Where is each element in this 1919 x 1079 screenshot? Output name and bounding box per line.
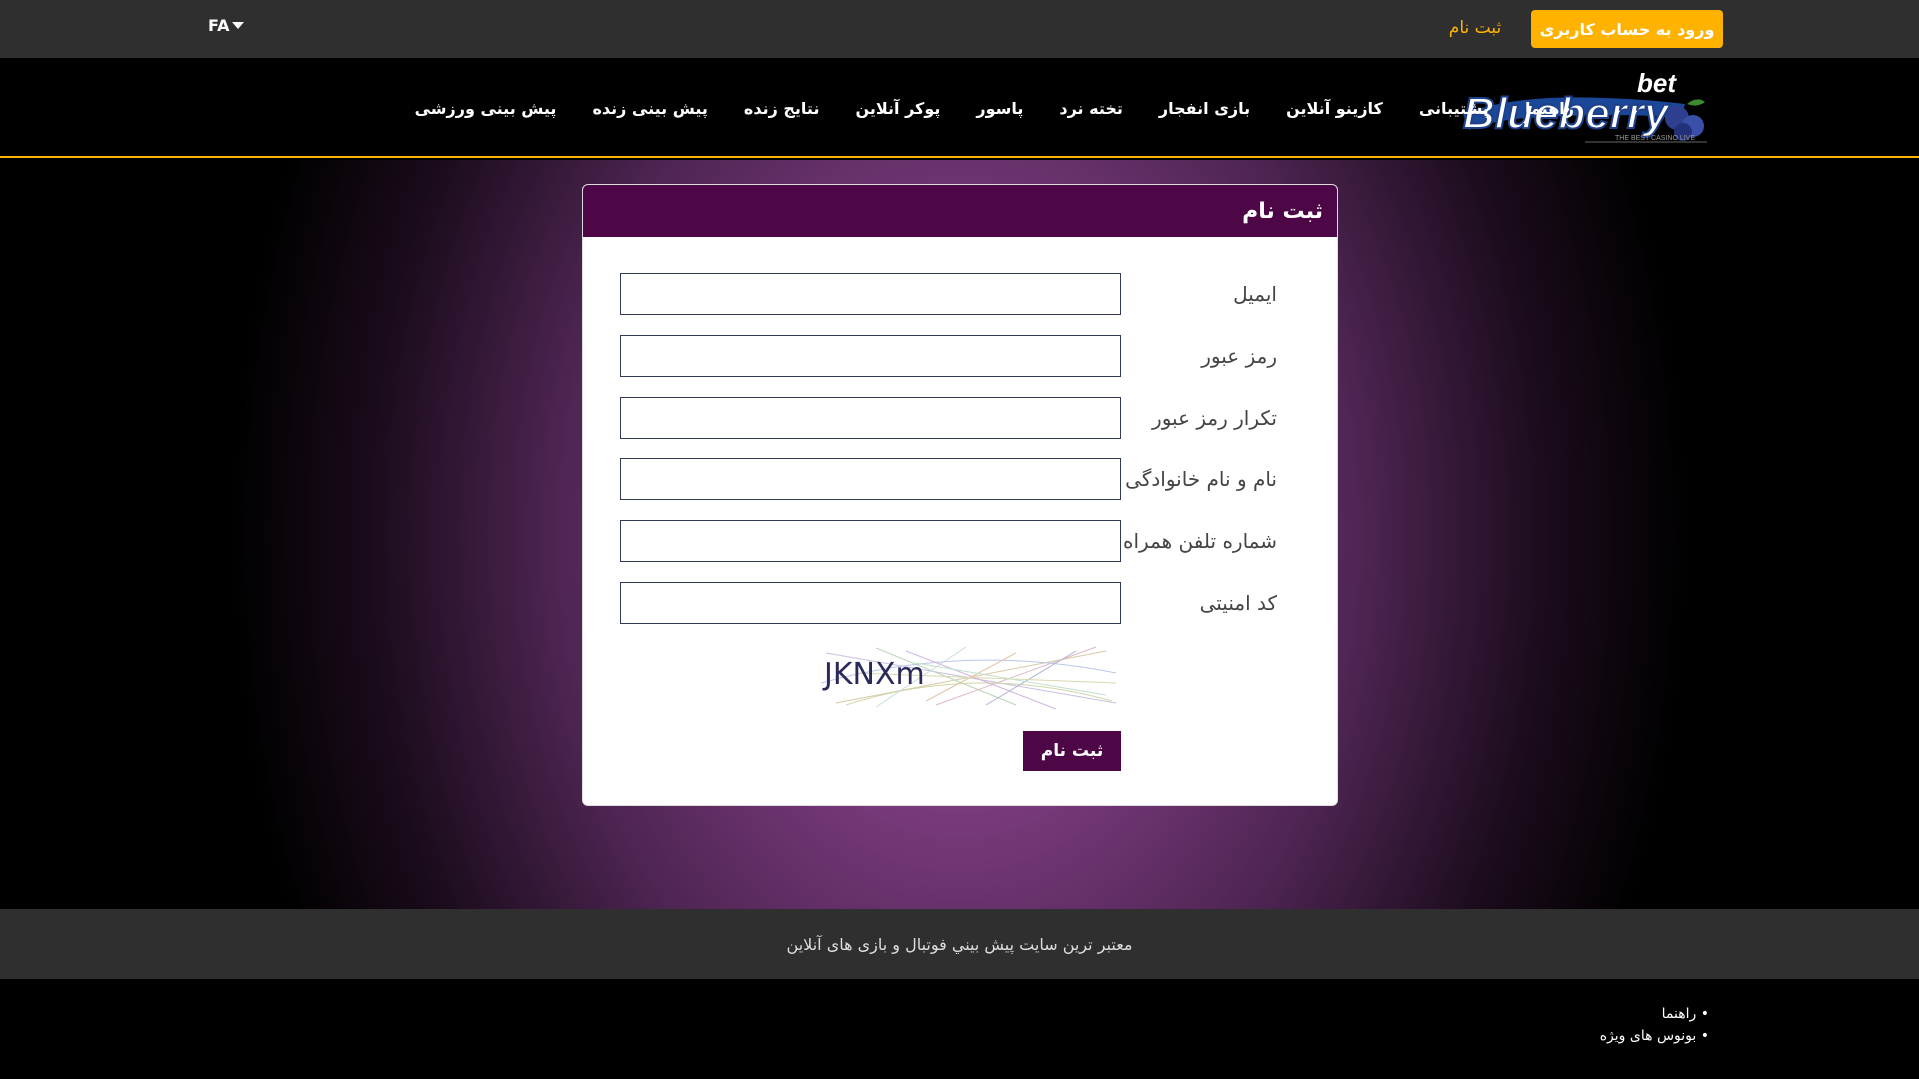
fullname-row: نام و نام خانوادگی — [583, 458, 1337, 500]
email-row: ایمیل — [583, 273, 1337, 315]
email-field[interactable] — [620, 273, 1121, 315]
password-confirm-field[interactable] — [620, 397, 1121, 439]
captcha-image: JKNXm — [816, 643, 1120, 711]
nav-item-live-results[interactable]: نتایج زنده — [744, 99, 820, 118]
main-navbar: bet Blueberry THE BEST CASINO LIVE پیش ب… — [0, 58, 1919, 158]
nav-item-online-casino[interactable]: کازینو آنلاین — [1286, 99, 1383, 118]
nav-item-backgammon[interactable]: تخته نرد — [1059, 99, 1123, 118]
phone-row: شماره تلفن همراه — [583, 520, 1337, 562]
main-nav: پیش بینی ورزشی پیش بینی زنده نتایج زنده … — [415, 58, 1574, 158]
fullname-field[interactable] — [620, 458, 1121, 500]
nav-item-help[interactable]: راهنما — [1525, 99, 1574, 118]
password-confirm-row: تکرار رمز عبور — [583, 397, 1337, 439]
nav-item-support[interactable]: پشتیبانی — [1419, 99, 1489, 118]
caret-down-icon — [232, 22, 245, 29]
login-button[interactable]: ورود به حساب کاربری — [1531, 10, 1723, 48]
nav-item-pasur[interactable]: پاسور — [976, 99, 1023, 118]
top-bar: FA ثبت نام ورود به حساب کاربری — [0, 0, 1919, 58]
captcha-text: JKNXm — [822, 657, 925, 692]
footer-tagline: معتبر ترین سایت پیش بيني فوتبال و بازی ه… — [0, 909, 1919, 979]
phone-field[interactable] — [620, 520, 1121, 562]
nav-item-live-betting[interactable]: پیش بینی زنده — [592, 99, 707, 118]
language-label: FA — [208, 16, 230, 35]
security-code-field[interactable] — [620, 582, 1121, 624]
footer-link-help[interactable]: • راهنما — [1600, 1003, 1709, 1025]
footer-links: • راهنما • بونوس های ویژه — [1600, 1003, 1709, 1047]
main-content: ثبت نام ایمیل رمز عبور تکرار رمز عبور نا… — [0, 160, 1919, 909]
register-card: ثبت نام ایمیل رمز عبور تکرار رمز عبور نا… — [582, 184, 1338, 806]
language-selector[interactable]: FA — [208, 16, 245, 35]
nav-item-online-poker[interactable]: پوکر آنلاین — [855, 99, 940, 118]
password-field[interactable] — [620, 335, 1121, 377]
nav-item-sports-betting[interactable]: پیش بینی ورزشی — [415, 99, 557, 118]
register-card-title: ثبت نام — [583, 185, 1337, 237]
footer-link-special-bonuses[interactable]: • بونوس های ویژه — [1600, 1025, 1709, 1047]
logo-tagline: THE BEST CASINO LIVE — [1615, 135, 1695, 142]
password-row: رمز عبور — [583, 335, 1337, 377]
submit-register-button[interactable]: ثبت نام — [1023, 731, 1121, 771]
footer: • راهنما • بونوس های ویژه — [0, 979, 1919, 1079]
register-link[interactable]: ثبت نام — [1445, 14, 1505, 42]
nav-item-crash-game[interactable]: بازی انفجار — [1159, 99, 1250, 118]
security-code-row: کد امنیتی — [583, 582, 1337, 624]
